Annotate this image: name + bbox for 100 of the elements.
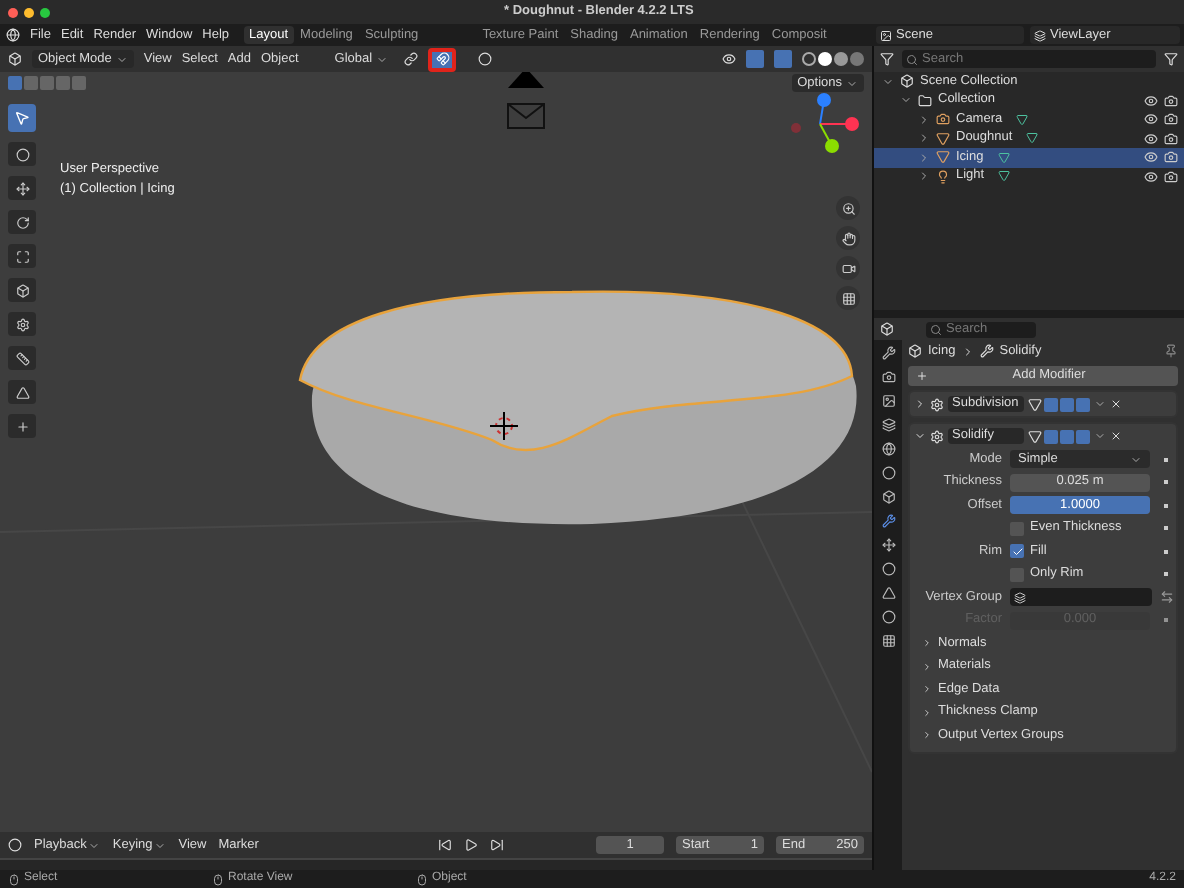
minimize-button[interactable]	[24, 7, 34, 17]
play-icon[interactable]	[464, 838, 479, 852]
tool-icon	[15, 147, 29, 161]
tool-button[interactable]	[8, 176, 36, 200]
caret-icon	[1094, 430, 1106, 442]
caret-icon	[846, 77, 858, 89]
tool-icon	[15, 249, 29, 263]
tool-icon	[15, 283, 29, 297]
checkbox[interactable]	[1010, 544, 1024, 559]
object-icon	[908, 344, 922, 358]
close-icon[interactable]	[1110, 398, 1122, 410]
caret-icon	[1130, 453, 1142, 466]
snap-icon	[435, 52, 450, 66]
gizmo-toggle[interactable]	[746, 50, 764, 68]
visibility-icon[interactable]	[1144, 112, 1158, 127]
check-icon	[1011, 545, 1023, 558]
properties-tab-icon[interactable]	[881, 634, 895, 648]
swap-icon[interactable]	[1160, 590, 1174, 605]
zoom-button[interactable]	[40, 7, 50, 17]
navigate-button[interactable]	[836, 226, 860, 250]
render-icon[interactable]	[1164, 93, 1178, 108]
editor-type-icon[interactable]	[8, 52, 22, 66]
tool-button[interactable]	[8, 210, 36, 234]
visibility-icon[interactable]	[722, 52, 736, 66]
properties-tab-icon[interactable]	[881, 442, 895, 456]
close-icon[interactable]	[1110, 430, 1122, 442]
filter-icon[interactable]	[1164, 52, 1178, 66]
properties-tab-icon[interactable]	[881, 370, 895, 384]
modifier-icon	[930, 429, 944, 443]
caret-icon	[1094, 398, 1106, 410]
visibility-icon[interactable]	[1144, 150, 1158, 165]
collection-icon	[900, 74, 914, 89]
properties-tab-icon[interactable]	[881, 466, 895, 480]
tool-button[interactable]	[8, 142, 36, 166]
cursor-icon	[14, 110, 30, 126]
search-icon	[930, 323, 942, 335]
expand-icon	[922, 707, 932, 718]
caret-icon	[376, 53, 389, 65]
tool-button[interactable]	[8, 312, 36, 336]
tool-button[interactable]	[8, 278, 36, 302]
material-shading-icon[interactable]	[834, 52, 848, 66]
caret-icon	[88, 839, 101, 851]
solid-shading-icon[interactable]	[818, 52, 832, 66]
overlay-toggle[interactable]	[774, 50, 792, 68]
jump-end-icon[interactable]	[490, 838, 505, 852]
light-icon	[936, 169, 950, 184]
render-icon[interactable]	[1164, 169, 1178, 184]
mouse-icon	[8, 873, 20, 885]
editor-type-icon[interactable]	[880, 322, 894, 336]
navigate-button[interactable]	[836, 196, 860, 220]
properties-tab-icon[interactable]	[881, 538, 895, 552]
properties-tab-icon[interactable]	[881, 490, 895, 504]
navigate-icon	[841, 291, 855, 305]
properties-tab-icon[interactable]	[881, 394, 895, 408]
expand-icon	[922, 638, 932, 649]
tool-icon	[15, 419, 29, 433]
visibility-icon[interactable]	[1144, 131, 1158, 146]
snap-button[interactable]	[428, 47, 457, 71]
render-icon[interactable]	[1164, 150, 1178, 165]
pin-icon[interactable]	[1164, 344, 1178, 358]
expand-icon	[922, 730, 932, 741]
expand-icon	[914, 398, 926, 410]
visibility-icon[interactable]	[1144, 169, 1158, 184]
viewlayer-icon	[1034, 29, 1046, 41]
collection-icon	[918, 93, 932, 108]
edit-mode-icon[interactable]	[1028, 429, 1042, 443]
tool-button[interactable]	[8, 244, 36, 268]
properties-tab-icon[interactable]	[881, 346, 895, 360]
select-tool[interactable]	[8, 104, 36, 132]
link-icon[interactable]	[404, 52, 419, 66]
properties-tab-icon[interactable]	[881, 514, 895, 528]
tool-button[interactable]	[8, 414, 36, 438]
close-button[interactable]	[8, 7, 18, 17]
caret-icon	[154, 839, 167, 851]
editor-type-icon[interactable]	[8, 838, 22, 852]
render-icon[interactable]	[1164, 112, 1178, 127]
properties-tab-icon[interactable]	[881, 418, 895, 432]
tool-button[interactable]	[8, 380, 36, 404]
camera-icon	[936, 112, 950, 127]
modifier-icon	[930, 397, 944, 411]
plus-icon	[916, 370, 928, 382]
mouse-icon	[416, 873, 428, 885]
visibility-icon[interactable]	[1144, 93, 1158, 108]
vertex-group-field[interactable]	[1010, 588, 1152, 607]
tool-button[interactable]	[8, 346, 36, 370]
app-logo-icon[interactable]	[6, 28, 20, 42]
edit-mode-icon[interactable]	[1028, 397, 1042, 411]
navigate-icon	[841, 201, 855, 215]
3d-cursor-icon	[490, 412, 518, 440]
render-icon[interactable]	[1164, 131, 1178, 146]
jump-start-icon[interactable]	[438, 838, 453, 852]
proportional-icon[interactable]	[478, 52, 493, 66]
navigate-button[interactable]	[836, 286, 860, 310]
display-mode-icon[interactable]	[880, 52, 894, 66]
expand-toggle[interactable]	[914, 430, 926, 442]
wireframe-shading-icon[interactable]	[802, 52, 816, 66]
render-shading-icon[interactable]	[850, 52, 864, 66]
navigate-button[interactable]	[836, 256, 860, 280]
expand-toggle[interactable]	[914, 398, 926, 410]
breadcrumb-separator-icon	[961, 345, 974, 357]
